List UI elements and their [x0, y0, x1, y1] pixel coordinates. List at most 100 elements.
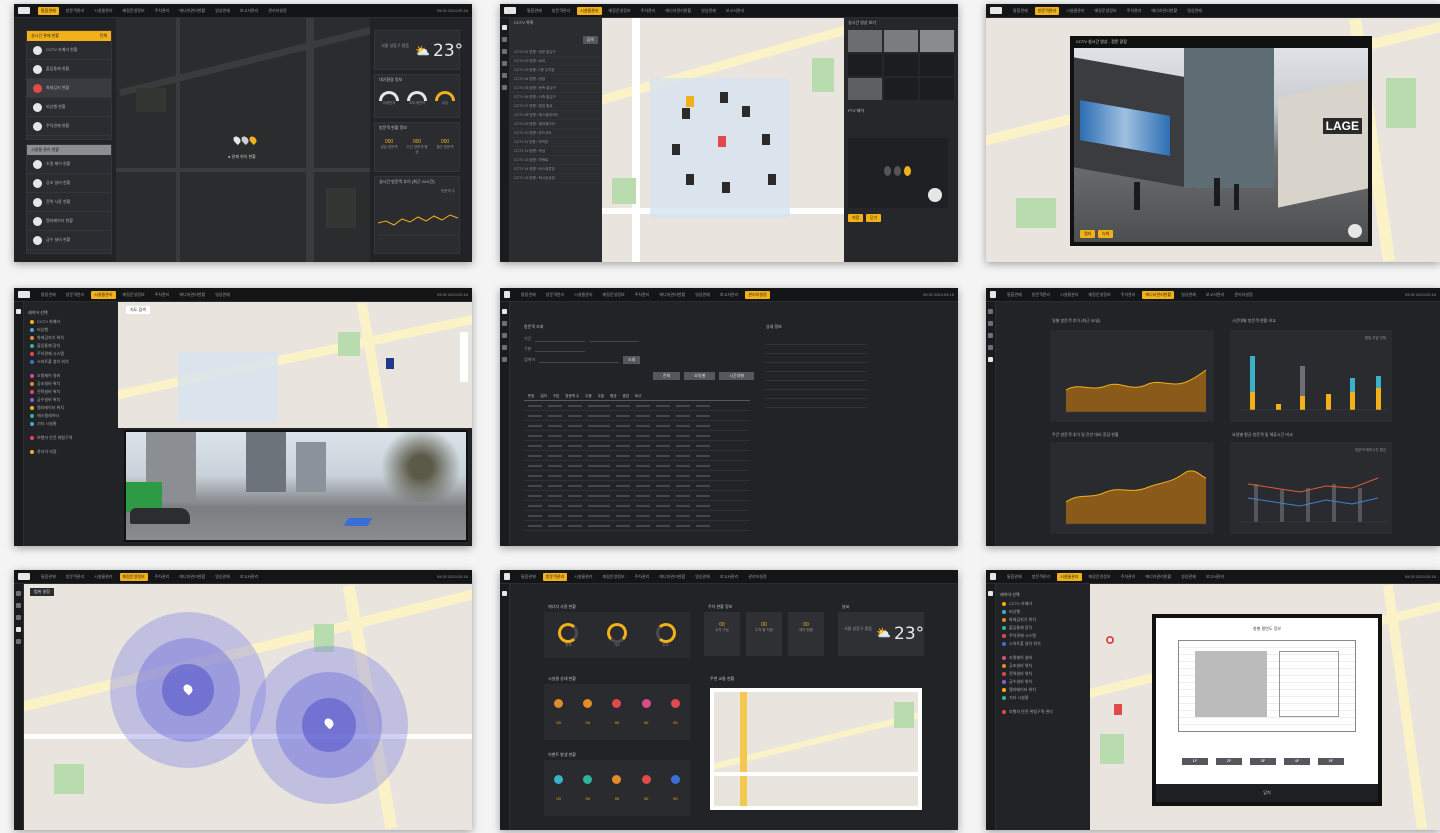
alert-marker-icon[interactable]	[1114, 704, 1122, 715]
menu-item[interactable]: 관리자설정	[1231, 291, 1255, 299]
nav-icon[interactable]	[502, 61, 507, 66]
nav-icon[interactable]	[988, 333, 993, 338]
table-row[interactable]: CCTV 01 방향 / 정문 출입구	[510, 48, 602, 57]
layer-item[interactable]: 기타 시설물	[996, 694, 1090, 702]
menu-item[interactable]: 매장운영정보	[119, 572, 148, 581]
menu-item[interactable]: 주차관리	[1118, 573, 1139, 581]
nav-icon[interactable]	[16, 627, 21, 632]
menu-item[interactable]: 보고서관리	[237, 7, 261, 15]
layer-item[interactable]: 스마트폴 설치 위치	[996, 640, 1090, 648]
map-marker-icon[interactable]	[248, 135, 258, 145]
menu-item[interactable]: 시설물관리	[577, 6, 602, 15]
menu-item[interactable]: 주차관리	[632, 573, 653, 581]
menu-item[interactable]: 매장운영정보	[1086, 291, 1114, 299]
menu-item[interactable]: 영상관제	[1178, 291, 1199, 299]
layer-item[interactable]: 공조설비 위치	[24, 380, 118, 388]
table-row[interactable]: CCTV 11 방향 / 하역장	[510, 138, 602, 147]
menu-item[interactable]: 통합관제	[524, 7, 545, 15]
menu-item[interactable]: 매장운영정보	[120, 291, 148, 299]
menu-item[interactable]: 주차관리	[632, 291, 653, 299]
map-search-chip[interactable]: 지도 검색	[126, 306, 150, 314]
date-input[interactable]	[535, 336, 586, 342]
nav-icon[interactable]	[502, 321, 507, 326]
menu-item[interactable]: 통합관제	[1004, 291, 1025, 299]
layer-item[interactable]: 전력설비 위치	[996, 670, 1090, 678]
nav-icon[interactable]	[502, 309, 507, 314]
layer-item[interactable]: 출입통제 장치	[24, 342, 118, 350]
joystick-icon[interactable]	[1348, 224, 1362, 238]
detail-field[interactable]	[766, 354, 866, 363]
cctv-marker-icon[interactable]	[682, 108, 690, 119]
layer-item[interactable]: 에스컬레이터	[24, 412, 118, 420]
menu-item[interactable]: 통합관제	[38, 573, 59, 581]
menu-item[interactable]: 방문객관리	[549, 7, 573, 15]
detail-field[interactable]	[766, 345, 866, 354]
layer-item[interactable]: 화재감지기 위치	[24, 334, 118, 342]
cctv-marker-icon[interactable]	[672, 144, 680, 155]
menu-item[interactable]: 주차관리	[1124, 7, 1145, 15]
layer-item[interactable]: 보행자 안전 위험구역 관리	[996, 708, 1090, 716]
video-thumbnail[interactable]	[884, 54, 918, 76]
table-row[interactable]: CCTV 03 방향 / 1층 주차장	[510, 66, 602, 75]
table-row[interactable]: CCTV 15 방향 / 택시승강장	[510, 174, 602, 183]
layer-item[interactable]: 스마트폴 설치 위치	[24, 358, 118, 366]
nav-icon[interactable]	[988, 321, 993, 326]
menu-item[interactable]: 통합관제	[38, 291, 59, 299]
layer-item[interactable]: 보행자 안전 위험구역	[24, 434, 118, 442]
close-button[interactable]: 닫기	[1156, 784, 1378, 796]
layer-item[interactable]: 조명제어 설비	[996, 654, 1090, 662]
traffic-map[interactable]	[710, 688, 922, 810]
joystick-icon[interactable]	[928, 188, 942, 202]
nav-icon[interactable]	[16, 591, 21, 596]
menu-item[interactable]: 영상관제	[1178, 573, 1199, 581]
table-row[interactable]	[524, 461, 750, 471]
nav-icon[interactable]	[988, 345, 993, 350]
search-button[interactable]: 조회	[623, 356, 641, 364]
menu-item[interactable]: 에너지관리현황	[176, 573, 208, 581]
cctv-marker-icon[interactable]	[720, 92, 728, 103]
layer-item[interactable]: 조명제어 설비	[24, 372, 118, 380]
menu-item[interactable]: 주차관리	[152, 7, 173, 15]
nav-icon[interactable]	[502, 37, 507, 42]
nav-icon[interactable]	[16, 309, 21, 314]
status-item[interactable]: 00	[641, 699, 651, 725]
menu-item[interactable]: 에너지관리현황	[1142, 290, 1175, 299]
menu-item[interactable]: 에너지관리현황	[656, 291, 688, 299]
cctv-marker-selected-icon[interactable]	[718, 136, 726, 147]
layer-item[interactable]: 비상벨	[996, 608, 1090, 616]
menu-item[interactable]: 영상관제	[692, 291, 713, 299]
menu-item[interactable]: 시설물관리	[1063, 7, 1087, 15]
menu-item[interactable]: 주차관리	[638, 7, 659, 15]
save-button[interactable]: 저장	[848, 214, 864, 222]
type-select[interactable]	[535, 346, 586, 352]
tab[interactable]: 요일별	[684, 372, 716, 380]
table-row[interactable]	[524, 471, 750, 481]
video-thumbnail[interactable]	[884, 78, 918, 100]
menu-item[interactable]: 방문객관리	[63, 291, 87, 299]
cctv-marker-icon[interactable]	[742, 106, 750, 117]
list-item[interactable]: 엘리베이터 현황	[27, 212, 111, 231]
layer-item[interactable]: 공조설비 위치	[996, 662, 1090, 670]
menu-item[interactable]: 관리자설정	[745, 573, 769, 581]
event-item[interactable]: 00	[583, 775, 593, 801]
detail-field[interactable]	[766, 381, 866, 390]
search-button[interactable]: 검색	[582, 36, 598, 44]
menu-item[interactable]: 방문객관리	[63, 573, 87, 581]
cctv-marker-icon[interactable]	[762, 134, 770, 145]
video-thumbnail[interactable]	[848, 30, 882, 52]
menu-item[interactable]: 에너지관리현황	[662, 7, 694, 15]
floorplan-zone[interactable]	[1195, 651, 1267, 717]
nav-icon[interactable]	[502, 345, 507, 350]
nav-icon[interactable]	[502, 333, 507, 338]
table-row[interactable]	[524, 401, 750, 411]
table-row[interactable]: CCTV 13 방향 / 보행로	[510, 156, 602, 165]
close-button[interactable]: 닫기	[866, 214, 882, 222]
detail-field[interactable]	[766, 336, 866, 345]
table-row[interactable]: CCTV 05 방향 / 동측 출입구	[510, 84, 602, 93]
menu-item[interactable]: 보고서관리	[1203, 291, 1227, 299]
list-item[interactable]: 급수 설비 현황	[27, 231, 111, 250]
menu-item[interactable]: 시설물관리	[571, 573, 595, 581]
table-row[interactable]: CCTV 02 방향 / 로비	[510, 57, 602, 66]
video-thumbnail[interactable]	[848, 78, 882, 100]
menu-item[interactable]: 매장운영정보	[1086, 573, 1114, 581]
